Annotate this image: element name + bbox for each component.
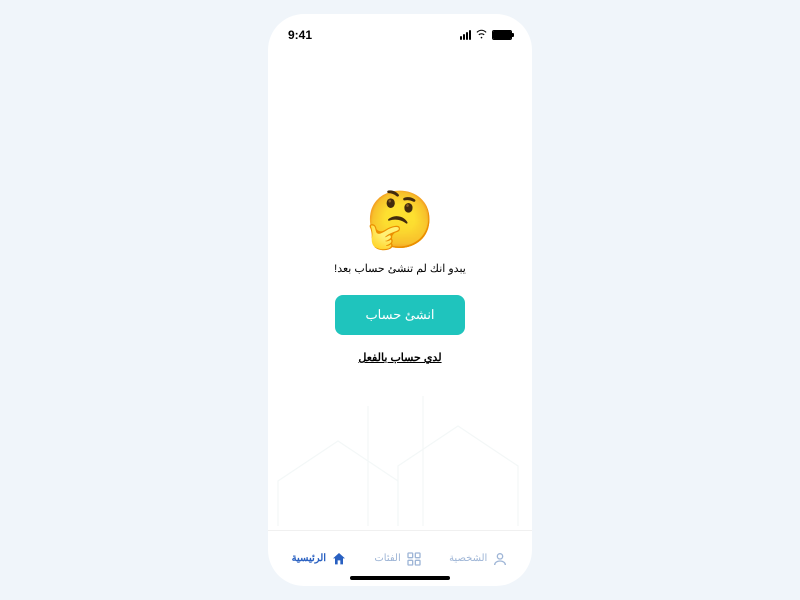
tab-label: الشخصية xyxy=(449,553,487,564)
thinking-face-emoji: 🤔 xyxy=(365,192,435,248)
phone-frame: 9:41 🤔 يبدو انك لم تنشئ حساب بعد! انشئ ح… xyxy=(268,14,532,586)
tab-categories[interactable]: الفئات xyxy=(374,551,421,567)
home-indicator[interactable] xyxy=(350,576,450,580)
empty-state: 🤔 يبدو انك لم تنشئ حساب بعد! انشئ حساب ل… xyxy=(268,26,532,530)
tab-profile[interactable]: الشخصية xyxy=(449,551,508,567)
create-account-button[interactable]: انشئ حساب xyxy=(335,295,465,335)
empty-message: يبدو انك لم تنشئ حساب بعد! xyxy=(334,262,466,275)
battery-icon xyxy=(492,30,512,40)
tab-home[interactable]: الرئيسية xyxy=(292,551,347,567)
user-icon xyxy=(492,551,508,567)
grid-icon xyxy=(406,551,422,567)
home-icon xyxy=(331,551,347,567)
tab-label: الرئيسية xyxy=(292,553,326,564)
tab-label: الفئات xyxy=(374,553,400,564)
have-account-link[interactable]: لدي حساب بالفعل xyxy=(358,351,441,364)
